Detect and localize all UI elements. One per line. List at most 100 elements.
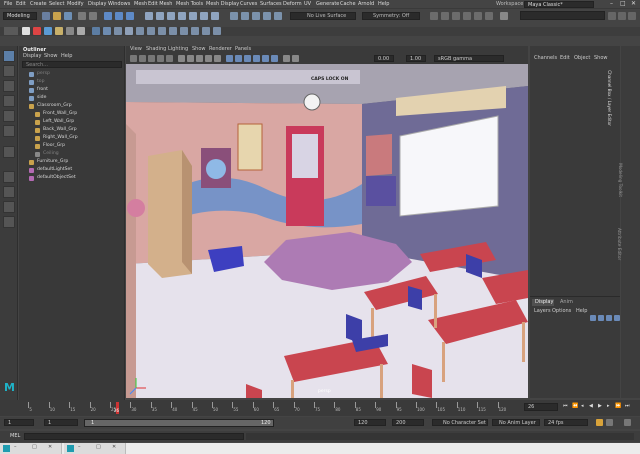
smooth-shade-icon[interactable] (235, 55, 242, 62)
redo-icon[interactable] (89, 12, 97, 20)
outliner-menu-help[interactable]: Help (61, 54, 72, 59)
last-tool-icon[interactable] (3, 146, 15, 158)
select-by-curve-icon[interactable] (167, 12, 175, 20)
four-view-layout-icon[interactable] (3, 186, 15, 198)
combine-icon[interactable] (92, 27, 100, 35)
outliner-row[interactable]: defaultObjectSet (19, 175, 125, 182)
menu-create[interactable]: Create (30, 2, 47, 7)
close-icon[interactable]: ✕ (631, 1, 636, 7)
current-frame-field[interactable]: 26 (524, 403, 558, 411)
outliner-row[interactable]: top (19, 79, 125, 86)
select-object-icon[interactable] (115, 12, 123, 20)
render-settings-icon[interactable] (463, 12, 471, 20)
gate-mask-icon[interactable] (205, 55, 212, 62)
menu-mesh-tools[interactable]: Mesh Tools (176, 2, 203, 7)
film-gate-icon[interactable] (187, 55, 194, 62)
move-layer-up-icon[interactable] (590, 315, 596, 321)
layers-menu-help[interactable]: Help (576, 309, 587, 314)
use-all-lights-icon[interactable] (262, 55, 269, 62)
channelbox-menu-edit[interactable]: Edit (560, 56, 570, 61)
menu-surfaces[interactable]: Surfaces (260, 2, 282, 7)
mel-label[interactable]: MEL (10, 434, 20, 439)
snap-grid-icon[interactable] (230, 12, 238, 20)
perspective-viewport[interactable]: View Shading Lighting Show Renderer Pane… (126, 46, 528, 398)
hypershade-icon[interactable] (474, 12, 482, 20)
channelbox-menu-object[interactable]: Object (574, 56, 590, 61)
range-bar[interactable]: 1 120 (84, 419, 274, 427)
menu-mesh-display[interactable]: Mesh Display (206, 2, 239, 7)
gamma-field[interactable]: 1.00 (406, 55, 426, 62)
menu-cache[interactable]: Cache (340, 2, 356, 7)
symmetry-dropdown[interactable]: Symmetry: Off (362, 12, 420, 20)
maximize-icon[interactable]: □ (620, 1, 626, 7)
sign-in-icon[interactable] (500, 12, 508, 20)
step-forward-frame-icon[interactable]: ▸ (607, 404, 610, 409)
grease-pencil-icon[interactable] (166, 55, 173, 62)
move-layer-down-icon[interactable] (598, 315, 604, 321)
step-back-frame-icon[interactable]: ◂ (581, 404, 584, 409)
save-scene-icon[interactable] (64, 12, 72, 20)
textured-icon[interactable] (253, 55, 260, 62)
wireframe-icon[interactable] (226, 55, 233, 62)
taskbar-minimize-icon[interactable]: – (78, 445, 81, 450)
workspace-dropdown[interactable]: Maya Classic* (524, 1, 594, 8)
select-by-dynamics-icon[interactable] (200, 12, 208, 20)
outliner-row[interactable]: Classroom_Grp (19, 103, 125, 110)
taskbar-restore-icon[interactable]: □ (32, 445, 37, 450)
open-scene-icon[interactable] (53, 12, 61, 20)
menu-select[interactable]: Select (49, 2, 64, 7)
select-hierarchy-icon[interactable] (104, 12, 112, 20)
single-perspective-layout-icon[interactable] (3, 171, 15, 183)
undo-icon[interactable] (78, 12, 86, 20)
mirror-icon[interactable] (213, 27, 221, 35)
outliner-search-field[interactable]: Search... (22, 61, 122, 68)
channelbox-menu-show[interactable]: Show (594, 56, 608, 61)
go-to-end-icon[interactable]: ⏭ (625, 404, 630, 409)
smooth-icon[interactable] (202, 27, 210, 35)
outliner-row[interactable]: persp (19, 71, 125, 78)
tab-attribute-editor[interactable]: Attribute Editor (617, 216, 636, 276)
menu-windows[interactable]: Windows (108, 2, 130, 7)
make-live-icon[interactable] (274, 12, 282, 20)
layers-menu-options[interactable]: Options (552, 309, 571, 314)
rotate-tool-icon[interactable] (3, 110, 15, 122)
isolate-select-icon[interactable] (292, 55, 299, 62)
menu-uv[interactable]: UV (304, 2, 311, 7)
menu-edit-mesh[interactable]: Edit Mesh (148, 2, 172, 7)
extrude-icon[interactable] (114, 27, 122, 35)
camera-attributes-icon[interactable] (130, 55, 137, 62)
taskbar-close-icon[interactable]: ✕ (48, 445, 52, 450)
taskbar-maya-window-1[interactable]: – □ ✕ (0, 443, 62, 454)
render-view-icon[interactable] (430, 12, 438, 20)
layer-tab-display[interactable]: Display (532, 299, 554, 306)
shadows-icon[interactable] (271, 55, 278, 62)
select-component-icon[interactable] (126, 12, 134, 20)
separate-icon[interactable] (103, 27, 111, 35)
bookmark-icon[interactable] (139, 55, 146, 62)
menu-mesh[interactable]: Mesh (134, 2, 147, 7)
menu-file[interactable]: File (4, 2, 12, 7)
menu-display[interactable]: Display (88, 2, 106, 7)
menu-edit[interactable]: Edit (16, 2, 26, 7)
auto-key-icon[interactable] (596, 419, 603, 426)
tab-channel-box-layer-editor[interactable]: Channel Box / Layer Editor (607, 50, 636, 150)
snap-curve-icon[interactable] (241, 12, 249, 20)
select-by-render-icon[interactable] (211, 12, 219, 20)
outliner-row[interactable]: defaultLightSet (19, 167, 125, 174)
select-by-surface-icon[interactable] (178, 12, 186, 20)
channelbox-menu-channels[interactable]: Channels (534, 56, 557, 61)
curve-tool-icon[interactable] (22, 27, 30, 35)
outliner-layout-icon[interactable] (3, 201, 15, 213)
taskbar-minimize-icon[interactable]: – (14, 445, 17, 450)
viewport-menu-lighting[interactable]: Lighting (168, 47, 188, 52)
lasso-tool-icon[interactable] (3, 65, 15, 77)
move-tool-icon[interactable] (3, 95, 15, 107)
field-chart-icon[interactable] (214, 55, 221, 62)
go-to-start-icon[interactable]: ⏮ (563, 404, 568, 409)
render-frame-icon[interactable] (441, 12, 449, 20)
xray-icon[interactable] (283, 55, 290, 62)
viewport-menu-panels[interactable]: Panels (235, 47, 251, 52)
menu-help[interactable]: Help (378, 2, 389, 7)
play-forwards-icon[interactable]: ▶ (598, 404, 602, 409)
snap-point-icon[interactable] (252, 12, 260, 20)
